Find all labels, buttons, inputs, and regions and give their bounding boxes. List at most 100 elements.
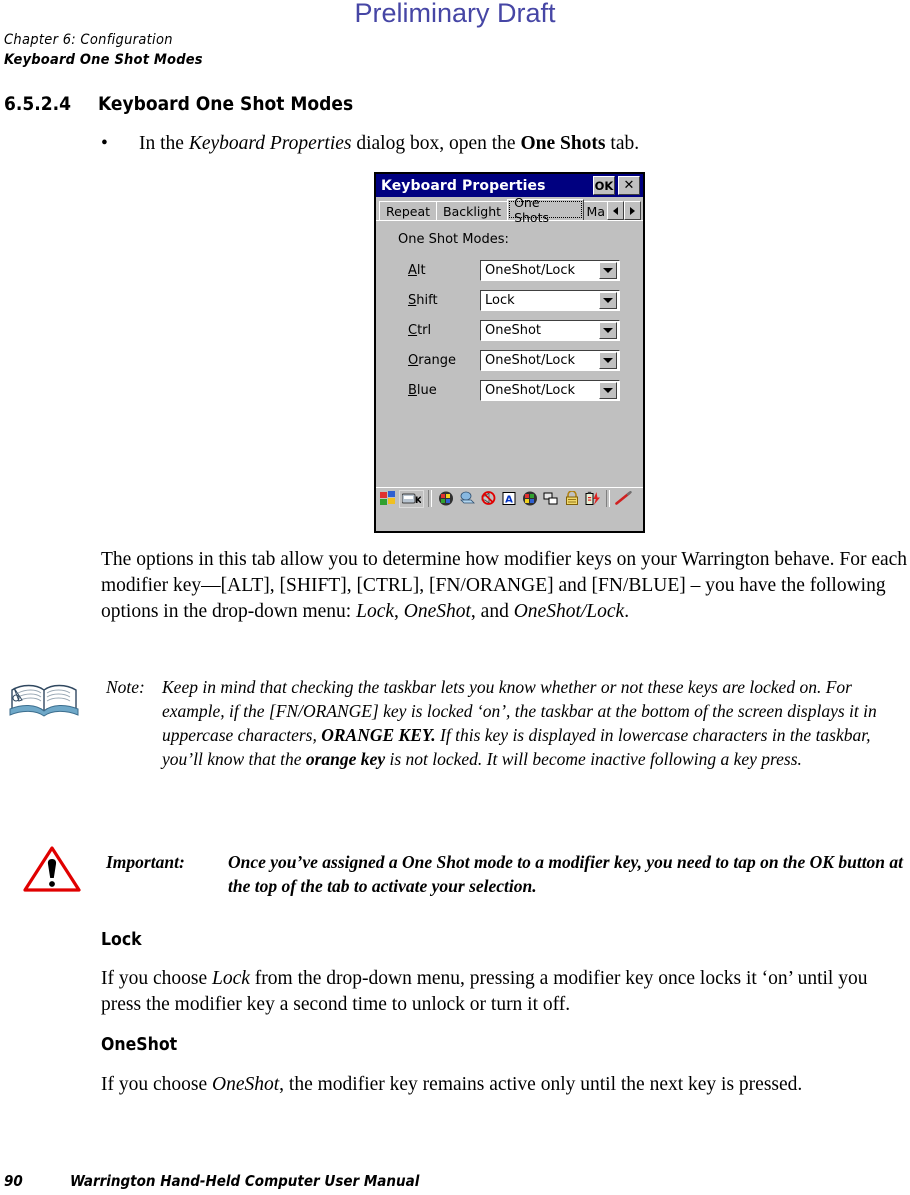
chevron-left-icon bbox=[613, 206, 618, 215]
open-book-icon bbox=[8, 680, 82, 720]
label-shift: Shift bbox=[408, 292, 438, 308]
bullet-list-item: • In the Keyboard Properties dialog box,… bbox=[101, 131, 901, 156]
combo-shift[interactable]: Lock bbox=[480, 289, 620, 311]
combo-blue-value: OneShot/Lock bbox=[485, 382, 576, 398]
network-icon[interactable] bbox=[541, 490, 560, 508]
stylus-pen-icon[interactable] bbox=[614, 490, 633, 508]
one-shot-modes-label: One Shot Modes: bbox=[398, 232, 509, 247]
paragraph-oneshot: If you choose OneShot, the modifier key … bbox=[101, 1072, 910, 1098]
warning-triangle-icon bbox=[22, 845, 82, 893]
label-ctrl: Ctrl bbox=[408, 322, 432, 338]
dialog-close-button[interactable]: ✕ bbox=[618, 176, 640, 195]
no-volume-icon[interactable] bbox=[478, 490, 497, 508]
taskbar-separator-2 bbox=[606, 490, 610, 507]
hand-pointer-icon[interactable] bbox=[457, 490, 476, 508]
intro-text-3: , and bbox=[470, 600, 514, 622]
tab-backlight[interactable]: Backlight bbox=[436, 201, 509, 220]
footer-manual-title: Warrington Hand-Held Computer User Manua… bbox=[70, 1172, 420, 1190]
combo-alt[interactable]: OneShot/Lock bbox=[480, 259, 620, 281]
note-text: Note: Keep in mind that checking the tas… bbox=[106, 676, 910, 772]
combo-ctrl-dropdown-button[interactable] bbox=[599, 321, 617, 339]
important-body: Once you’ve assigned a One Shot mode to … bbox=[228, 852, 904, 896]
combo-orange[interactable]: OneShot/Lock bbox=[480, 349, 620, 371]
page-footer: 90 Warrington Hand-Held Computer User Man… bbox=[4, 1172, 419, 1190]
combo-shift-dropdown-button[interactable] bbox=[599, 291, 617, 309]
paragraph-lock: If you choose Lock from the drop-down me… bbox=[101, 966, 910, 1018]
section-heading: 6.5.2.4 Keyboard One Shot Modes bbox=[4, 93, 353, 115]
intro-text-4: . bbox=[624, 600, 630, 622]
svg-text:A: A bbox=[505, 495, 513, 506]
chevron-down-icon bbox=[603, 297, 613, 303]
keyboard-properties-dialog: Keyboard Properties OK ✕ Repeat Backligh… bbox=[374, 172, 645, 533]
color-wheel-icon[interactable] bbox=[520, 490, 539, 508]
dialog-ok-button[interactable]: OK bbox=[593, 176, 615, 195]
lock-text-1: If you choose bbox=[101, 968, 213, 989]
padlock-icon[interactable] bbox=[562, 490, 581, 508]
combo-blue-dropdown-button[interactable] bbox=[599, 381, 617, 399]
label-orange: Orange bbox=[408, 352, 457, 368]
combo-orange-value: OneShot/Lock bbox=[485, 352, 576, 368]
device-taskbar: K. bbox=[376, 487, 643, 509]
field-row-blue: Blue OneShot/Lock bbox=[408, 379, 623, 401]
oneshot-text-1: If you choose bbox=[101, 1074, 213, 1095]
color-palette-icon[interactable] bbox=[436, 490, 455, 508]
tab-scroll-buttons bbox=[607, 201, 641, 220]
running-header-section: Keyboard One Shot Modes bbox=[4, 52, 203, 68]
bullet-text-before: In the bbox=[139, 133, 189, 154]
dialog-tab-strip: Repeat Backlight One Shots Ma bbox=[376, 195, 643, 225]
windows-start-icon[interactable] bbox=[378, 490, 397, 508]
tab-scroll-left-button[interactable] bbox=[607, 201, 624, 220]
field-row-alt: Alt OneShot/Lock bbox=[408, 259, 623, 281]
footer-page-number: 90 bbox=[4, 1172, 23, 1190]
sip-keyboard-icon[interactable]: K. bbox=[399, 489, 424, 508]
tab-one-shots[interactable]: One Shots bbox=[507, 195, 584, 225]
note-bold-orange-key-lower: orange key bbox=[305, 748, 386, 769]
svg-text:K.: K. bbox=[415, 496, 421, 505]
section-title: Keyboard One Shot Modes bbox=[98, 93, 354, 115]
important-label: Important: bbox=[106, 852, 185, 872]
combo-alt-value: OneShot/Lock bbox=[485, 262, 576, 278]
tab-macros-partial[interactable]: Ma bbox=[582, 201, 608, 220]
field-row-orange: Orange OneShot/Lock bbox=[408, 349, 623, 371]
combo-alt-dropdown-button[interactable] bbox=[599, 261, 617, 279]
combo-blue[interactable]: OneShot/Lock bbox=[480, 379, 620, 401]
note-part-3: is not locked. It will become inactive f… bbox=[385, 748, 802, 769]
bullet-italic-keyboard-properties: Keyboard Properties bbox=[188, 133, 352, 154]
bullet-text: In the Keyboard Properties dialog box, o… bbox=[139, 131, 901, 156]
letter-a-icon[interactable]: A bbox=[499, 490, 518, 508]
section-number: 6.5.2.4 bbox=[4, 93, 72, 115]
bullet-marker: • bbox=[101, 133, 108, 154]
note-body: Keep in mind that checking the taskbar l… bbox=[162, 676, 910, 772]
taskbar-separator bbox=[428, 490, 432, 507]
lock-italic: Lock bbox=[212, 968, 250, 989]
tab-repeat[interactable]: Repeat bbox=[379, 201, 438, 220]
intro-italic-lock: Lock bbox=[356, 600, 395, 622]
bullet-text-mid: dialog box, open the bbox=[351, 133, 521, 154]
chevron-down-icon bbox=[603, 267, 613, 273]
bullet-text-after: tab. bbox=[605, 133, 640, 154]
oneshot-italic: OneShot bbox=[212, 1074, 280, 1095]
intro-italic-oneshot-lock: OneShot/Lock bbox=[513, 600, 625, 622]
intro-italic-oneshot: OneShot bbox=[403, 600, 471, 622]
combo-orange-dropdown-button[interactable] bbox=[599, 351, 617, 369]
running-header-chapter: Chapter 6: Configuration bbox=[4, 32, 173, 48]
tab-scroll-right-button[interactable] bbox=[624, 201, 641, 220]
subheading-lock: Lock bbox=[101, 930, 142, 950]
intro-text-2: , bbox=[394, 600, 404, 622]
running-header: Chapter 6: Configuration Keyboard One Sh… bbox=[4, 30, 203, 70]
note-bold-orange-key-upper: ORANGE KEY. bbox=[321, 724, 436, 745]
dialog-title-text: Keyboard Properties bbox=[381, 177, 546, 194]
dialog-body: One Shot Modes: Alt OneShot/Lock Shift L… bbox=[376, 220, 643, 509]
combo-shift-value: Lock bbox=[485, 292, 515, 308]
label-blue: Blue bbox=[408, 382, 437, 398]
taskbar-tray: K. bbox=[376, 489, 633, 508]
important-text: Important: Once you’ve assigned a One Sh… bbox=[106, 851, 910, 899]
combo-ctrl[interactable]: OneShot bbox=[480, 319, 620, 341]
preliminary-draft-watermark: Preliminary Draft bbox=[354, 0, 556, 28]
combo-ctrl-value: OneShot bbox=[485, 322, 542, 338]
chevron-down-icon bbox=[603, 327, 613, 333]
chevron-down-icon bbox=[603, 357, 613, 363]
note-label: Note: bbox=[106, 677, 145, 697]
label-alt: Alt bbox=[408, 262, 426, 278]
battery-charging-icon[interactable] bbox=[583, 490, 602, 508]
